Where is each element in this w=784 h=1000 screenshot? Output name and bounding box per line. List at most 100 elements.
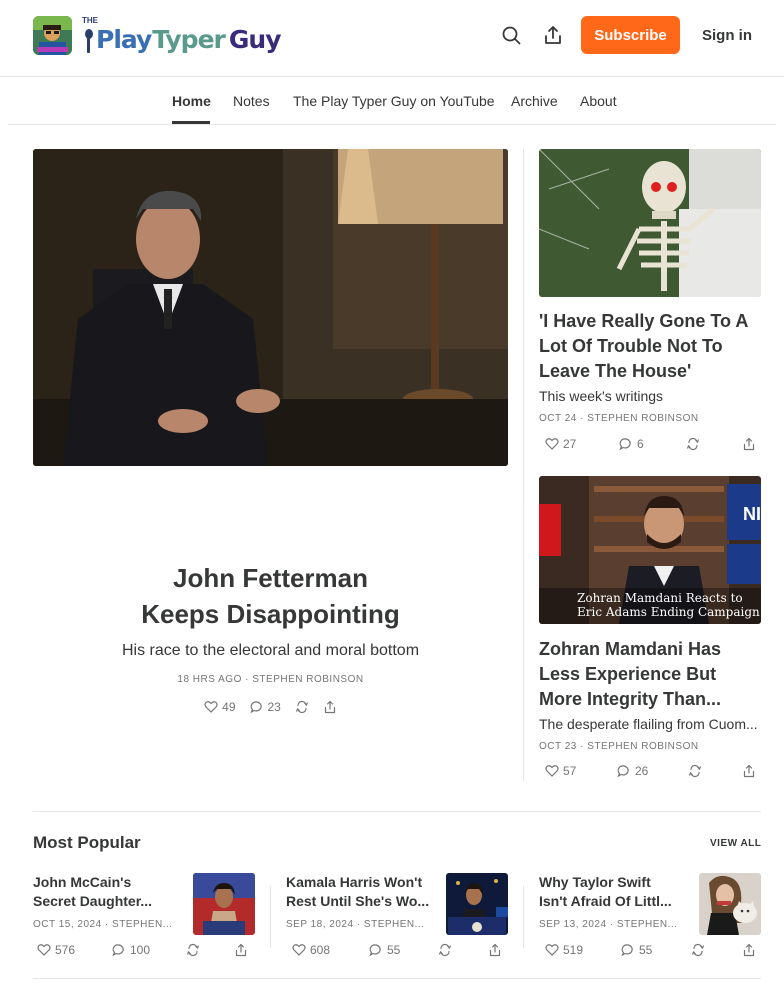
heart-icon — [545, 438, 559, 450]
popular-title-line-1[interactable]: Kamala Harris Won't — [286, 873, 436, 892]
popular-title-line-1[interactable]: Why Taylor Swift — [539, 873, 689, 892]
popular-post-title[interactable]: Why Taylor Swift Isn't Afraid Of Littl..… — [539, 873, 689, 911]
restack-icon — [438, 943, 452, 957]
like-button[interactable]: 608 — [292, 943, 330, 957]
side-post-image-1[interactable] — [539, 149, 761, 297]
logo-the-label: THE — [82, 16, 98, 25]
popular-divider — [270, 886, 271, 948]
like-count: 576 — [55, 943, 76, 957]
popular-title-line-2[interactable]: Rest Until She's Wo... — [286, 892, 436, 911]
hero-post-title[interactable]: John Fetterman Keeps Disappointing — [33, 560, 508, 632]
comment-icon — [112, 944, 124, 957]
restack-button[interactable] — [686, 437, 700, 451]
logo-word-typer: Typer — [152, 25, 226, 54]
nav-active-indicator — [172, 121, 210, 124]
column-divider — [523, 149, 524, 782]
comment-count: 23 — [267, 700, 281, 714]
side-post-subtitle-1[interactable]: This week's writings — [539, 388, 761, 404]
comment-count: 55 — [639, 943, 653, 957]
like-count: 608 — [310, 943, 331, 957]
share-post-button[interactable] — [234, 943, 248, 957]
share-icon — [489, 943, 501, 957]
sign-in-button[interactable]: Sign in — [697, 16, 757, 54]
share-post-button[interactable] — [323, 700, 337, 714]
share-post-button[interactable] — [742, 764, 756, 778]
share-icon[interactable] — [542, 24, 564, 46]
side-post-meta-2: OCT 23 · STEPHEN ROBINSON — [539, 741, 699, 752]
popular-post-image[interactable] — [699, 873, 761, 935]
comment-button[interactable]: 6 — [619, 437, 644, 451]
logo-word-guy: Guy — [228, 25, 282, 54]
like-button[interactable]: 576 — [37, 943, 75, 957]
popular-post-1[interactable]: John McCain's Secret Daughter... OCT 15,… — [33, 873, 255, 963]
nav-item-youtube[interactable]: The Play Typer Guy on YouTube — [293, 93, 495, 109]
subscribe-button[interactable]: Subscribe — [581, 16, 680, 54]
search-icon[interactable] — [500, 24, 522, 46]
restack-button[interactable] — [438, 943, 452, 957]
share-post-button[interactable] — [488, 943, 502, 957]
popular-post-image[interactable] — [193, 873, 255, 935]
popular-title-line-2[interactable]: Isn't Afraid Of Littl... — [539, 892, 689, 911]
hero-post-subtitle[interactable]: His race to the electoral and moral bott… — [33, 642, 508, 660]
site-header: THE Play Typer Guy Subscribe Sign in — [0, 0, 784, 77]
like-count: 57 — [563, 764, 577, 778]
like-button[interactable]: 49 — [204, 700, 236, 714]
popular-title-line-1[interactable]: John McCain's — [33, 873, 183, 892]
publication-logo-image[interactable] — [33, 16, 72, 55]
nav-item-notes[interactable]: Notes — [233, 93, 270, 109]
side-post-image-2[interactable]: Zohran Mamdani Reacts to Eric Adams Endi… — [539, 476, 761, 624]
comment-icon — [619, 438, 631, 451]
heart-icon — [292, 944, 306, 956]
restack-button[interactable] — [688, 764, 702, 778]
share-icon — [743, 764, 755, 778]
nav-item-archive[interactable]: Archive — [511, 93, 558, 109]
popular-post-3[interactable]: Why Taylor Swift Isn't Afraid Of Littl..… — [539, 873, 761, 963]
side-post-title-2[interactable]: Zohran Mamdani Has Less Experience But M… — [539, 637, 761, 712]
restack-button[interactable] — [691, 943, 705, 957]
publication-logo-wordmark[interactable]: THE Play Typer Guy — [82, 16, 281, 54]
share-icon — [743, 943, 755, 957]
comment-button[interactable]: 100 — [112, 943, 150, 957]
like-count: 49 — [222, 700, 236, 714]
popular-title-line-2[interactable]: Secret Daughter... — [33, 892, 183, 911]
side-post-actions-1: 27 6 — [539, 437, 761, 453]
share-icon — [324, 700, 335, 714]
most-popular-heading: Most Popular — [33, 833, 141, 852]
comment-button[interactable]: 55 — [369, 943, 400, 957]
popular-post-image[interactable] — [446, 873, 508, 935]
share-post-button[interactable] — [742, 437, 756, 451]
side-post-subtitle-2[interactable]: The desperate flailing from Cuom... — [539, 716, 761, 732]
comment-button[interactable]: 23 — [249, 700, 281, 714]
comment-button[interactable]: 26 — [617, 764, 648, 778]
restack-button[interactable] — [295, 700, 309, 714]
hero-title-line-2[interactable]: Keeps Disappointing — [33, 596, 508, 632]
like-button[interactable]: 519 — [545, 943, 583, 957]
popular-post-2[interactable]: Kamala Harris Won't Rest Until She's Wo.… — [286, 873, 508, 963]
like-button[interactable]: 57 — [545, 764, 576, 778]
share-icon — [743, 437, 755, 451]
section-divider — [33, 811, 761, 812]
heart-icon — [204, 701, 218, 713]
view-all-link[interactable]: VIEW ALL — [710, 838, 761, 849]
heart-icon — [545, 944, 559, 956]
popular-divider — [523, 886, 524, 948]
logo-word-play: Play — [96, 25, 152, 54]
popular-post-title[interactable]: Kamala Harris Won't Rest Until She's Wo.… — [286, 873, 436, 911]
like-count: 27 — [563, 437, 577, 451]
comment-count: 26 — [635, 764, 649, 778]
popular-post-actions: 519 55 — [539, 943, 761, 959]
image-caption-line-1: Zohran Mamdani Reacts to — [577, 591, 743, 605]
restack-button[interactable] — [186, 943, 200, 957]
nav-item-about[interactable]: About — [580, 93, 617, 109]
like-button[interactable]: 27 — [545, 437, 576, 451]
popular-post-title[interactable]: John McCain's Secret Daughter... — [33, 873, 183, 911]
comment-button[interactable]: 55 — [621, 943, 652, 957]
side-post-title-1[interactable]: 'I Have Really Gone To A Lot Of Trouble … — [539, 309, 761, 384]
share-post-button[interactable] — [742, 943, 756, 957]
nav-item-home[interactable]: Home — [172, 93, 211, 109]
comment-icon — [369, 944, 381, 957]
popular-post-meta: SEP 18, 2024 · STEPHEN... — [286, 919, 425, 930]
hero-title-line-1[interactable]: John Fetterman — [33, 560, 508, 596]
hero-post-image[interactable] — [33, 149, 508, 466]
image-side-text: NI — [743, 504, 761, 524]
